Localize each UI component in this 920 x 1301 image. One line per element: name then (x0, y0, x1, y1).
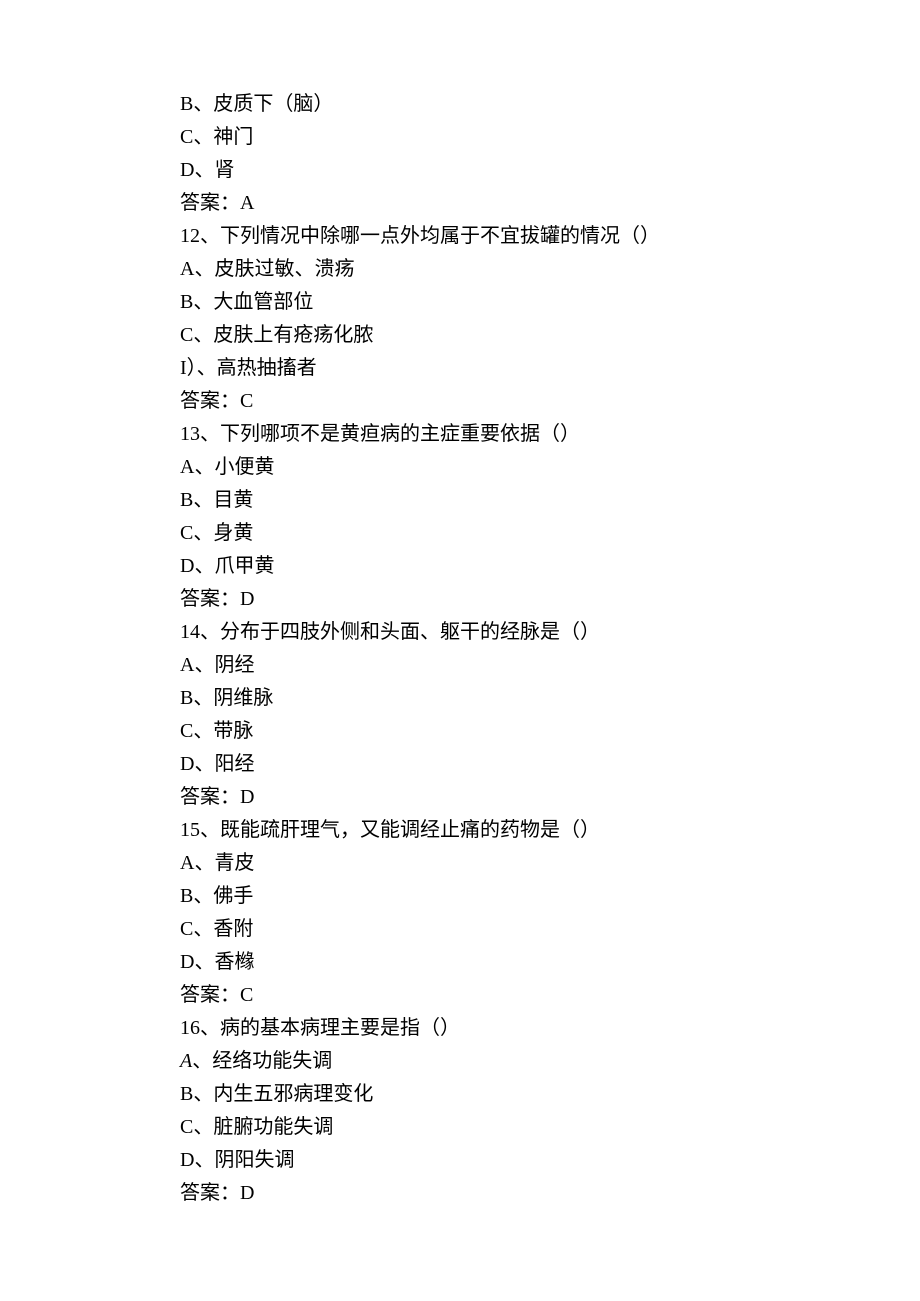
text-line: 14、分布于四肢外侧和头面、躯干的经脉是（） (180, 616, 740, 649)
text-line: C、带脉 (180, 715, 740, 748)
document-content: B、皮质下（脑）C、神门D、肾答案：A12、下列情况中除哪一点外均属于不宜拔罐的… (180, 88, 740, 1210)
text-line: B、目黄 (180, 484, 740, 517)
text-line: B、大血管部位 (180, 286, 740, 319)
text-line: 13、下列哪项不是黄疸病的主症重要依据（） (180, 418, 740, 451)
text-line: C、皮肤上有疮疡化脓 (180, 319, 740, 352)
text-line: A、青皮 (180, 847, 740, 880)
text-line: 15、既能疏肝理气，又能调经止痛的药物是（） (180, 814, 740, 847)
text-line: C、脏腑功能失调 (180, 1111, 740, 1144)
text-line: D、爪甲黄 (180, 550, 740, 583)
text-line: B、阴维脉 (180, 682, 740, 715)
text-line: I）、高热抽搐者 (180, 352, 740, 385)
text-line: B、佛手 (180, 880, 740, 913)
text-line: 答案：D (180, 1177, 740, 1210)
text-line: A、皮肤过敏、溃疡 (180, 253, 740, 286)
text-line: 答案：D (180, 781, 740, 814)
text-line: A、小便黄 (180, 451, 740, 484)
text-line: 答案：C (180, 979, 740, 1012)
text-line: B、内生五邪病理变化 (180, 1078, 740, 1111)
text-line: 12、下列情况中除哪一点外均属于不宜拔罐的情况（） (180, 220, 740, 253)
text-line: C、香附 (180, 913, 740, 946)
text-line: D、阴阳失调 (180, 1144, 740, 1177)
text-line: A、经络功能失调 (180, 1045, 740, 1078)
text-line: B、皮质下（脑） (180, 88, 740, 121)
text-line: D、阳经 (180, 748, 740, 781)
text-line: D、香橼 (180, 946, 740, 979)
text-line: 答案：D (180, 583, 740, 616)
italic-char: A (180, 1050, 192, 1072)
text-line: D、肾 (180, 154, 740, 187)
text-line: C、神门 (180, 121, 740, 154)
text-line: A、阴经 (180, 649, 740, 682)
text-line: C、身黄 (180, 517, 740, 550)
text-line: 答案：A (180, 187, 740, 220)
text-line: 答案：C (180, 385, 740, 418)
text-line: 16、病的基本病理主要是指（） (180, 1012, 740, 1045)
